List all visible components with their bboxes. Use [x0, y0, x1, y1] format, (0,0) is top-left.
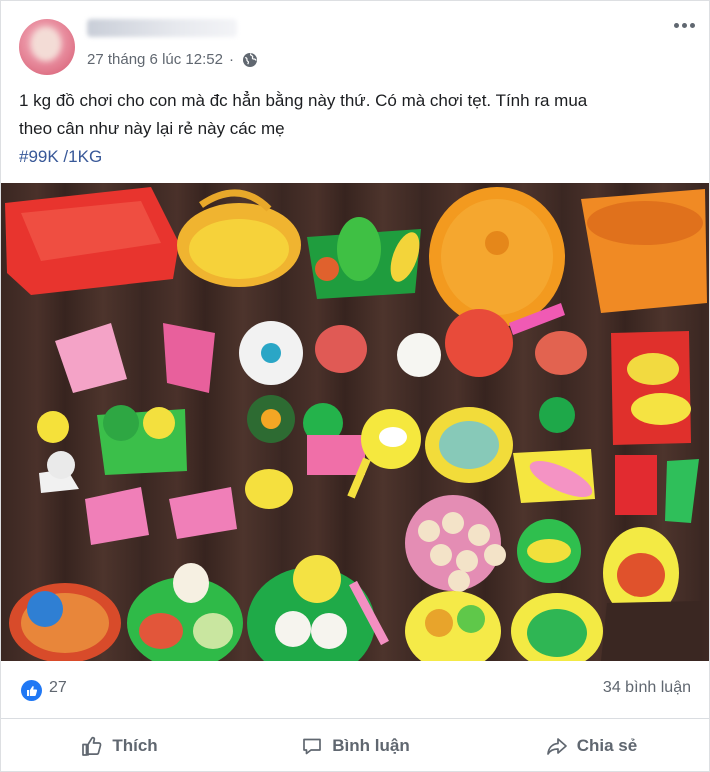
reaction-count[interactable]: 27	[49, 679, 67, 697]
globe-icon	[242, 52, 257, 67]
share-button[interactable]: Chia sẻ	[473, 719, 709, 772]
share-label: Chia sẻ	[576, 736, 638, 755]
post-hashtag-line: #99K /1KG	[19, 143, 689, 171]
like-label: Thích	[112, 736, 158, 755]
post-actions: Thích Bình luận Chia sẻ	[1, 719, 709, 772]
post-meta: 27 tháng 6 lúc 12:52 ·	[87, 51, 258, 68]
facebook-post: 27 tháng 6 lúc 12:52 · 1 kg đồ chơi cho …	[0, 0, 710, 772]
post-timestamp[interactable]: 27 tháng 6 lúc 12:52	[87, 51, 223, 68]
like-button[interactable]: Thích	[1, 719, 237, 772]
hashtag-link[interactable]: #99K	[19, 147, 59, 166]
hashtag-suffix: /1KG	[58, 147, 103, 166]
more-icon[interactable]	[674, 23, 695, 28]
meta-separator: ·	[228, 51, 234, 68]
thumb-up-icon	[26, 685, 37, 696]
post-text-line-2: theo cân như này lại rẻ này các mẹ	[19, 119, 285, 138]
share-icon	[546, 738, 567, 755]
author-name-blurred[interactable]	[87, 19, 237, 37]
post-text: 1 kg đồ chơi cho con mà đc hẳn bằng này …	[19, 87, 689, 171]
post-header: 27 tháng 6 lúc 12:52 ·	[1, 1, 709, 81]
avatar[interactable]	[19, 19, 75, 75]
comment-button[interactable]: Bình luận	[237, 719, 473, 772]
comment-count[interactable]: 34 bình luận	[603, 679, 691, 697]
toy-collection-illustration	[5, 187, 707, 661]
post-photo[interactable]	[1, 183, 709, 661]
comment-label: Bình luận	[332, 736, 410, 755]
comment-icon	[303, 738, 322, 755]
post-stats: 27 34 bình luận	[1, 661, 709, 719]
thumb-up-icon	[82, 736, 102, 756]
post-text-line-1: 1 kg đồ chơi cho con mà đc hẳn bằng này …	[19, 91, 588, 110]
reaction-badge[interactable]	[21, 680, 42, 701]
